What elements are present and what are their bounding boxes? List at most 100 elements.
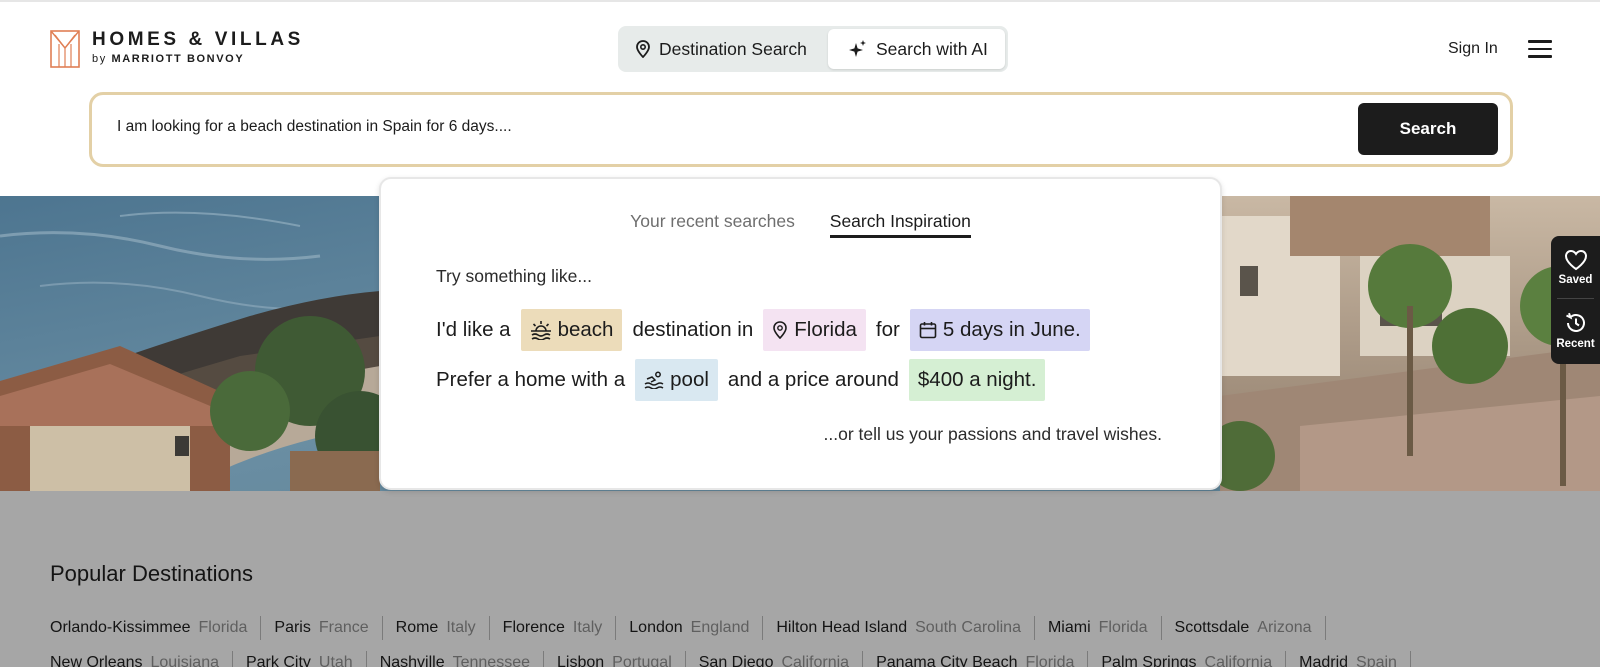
sentence-text: Prefer a home with a — [436, 368, 626, 391]
tab-recent-searches[interactable]: Your recent searches — [630, 211, 795, 235]
destination-link[interactable]: Orlando-Kissimmee Florida — [50, 616, 262, 640]
brand-logo[interactable]: HOMES & VILLAS by MARRIOTT BONVOY — [50, 30, 304, 68]
destination-link[interactable]: San Diego California — [686, 651, 864, 667]
destination-city: Orlando-Kissimmee — [50, 619, 191, 636]
tab-search-inspiration[interactable]: Search Inspiration — [829, 211, 971, 238]
destination-search-tab[interactable]: Destination Search — [621, 29, 828, 69]
brand-sub-name: MARRIOTT BONVOY — [111, 53, 245, 65]
search-with-ai-label: Search with AI — [876, 38, 988, 59]
sunset-icon — [530, 321, 551, 340]
ai-search-bar: Search — [89, 92, 1513, 167]
sentence-text: I'd like a — [436, 318, 511, 341]
destination-city: Rome — [395, 619, 439, 636]
menu-icon[interactable] — [1528, 40, 1552, 60]
inspiration-sentence-1: I'd like a beach destination in Florida … — [436, 309, 1100, 351]
location-pin-icon — [773, 321, 788, 339]
destination-region: Louisiana — [150, 654, 219, 667]
destination-region: Arizona — [1257, 619, 1312, 636]
destination-region: California — [1204, 654, 1273, 667]
price-chip-label: $400 a night. — [917, 368, 1037, 391]
destination-link[interactable]: Hilton Head Island South Carolina — [763, 616, 1035, 640]
destination-region: Italy — [572, 619, 603, 636]
florida-chip[interactable]: Florida — [763, 309, 866, 351]
destination-region: Spain — [1356, 654, 1397, 667]
destination-link[interactable]: Rome Italy — [383, 616, 490, 640]
destination-link[interactable]: New Orleans Louisiana — [50, 651, 233, 667]
destination-link[interactable]: Panama City Beach Florida — [863, 651, 1089, 667]
destination-city: Florence — [502, 619, 565, 636]
destination-region: South Carolina — [915, 619, 1021, 636]
sign-in-link[interactable]: Sign In — [1448, 40, 1498, 58]
destination-region: Utah — [318, 654, 353, 667]
try-something-text: Try something like... — [436, 266, 592, 286]
side-quick-access: Saved Recent — [1551, 236, 1600, 364]
search-with-ai-tab[interactable]: Search with AI — [828, 29, 1005, 69]
sparkle-icon — [849, 40, 866, 57]
destination-city: Miami — [1047, 619, 1091, 636]
sentence-text: for — [875, 318, 900, 341]
florida-chip-label: Florida — [794, 318, 857, 341]
brand-title: HOMES & VILLAS — [92, 29, 304, 50]
destinations-row-2: New Orleans Louisiana Park City Utah Nashv… — [50, 651, 1411, 667]
dropdown-tabs: Your recent searches Search Inspiration — [381, 211, 1220, 238]
destination-region: Florida — [1025, 654, 1075, 667]
popular-destinations-title: Popular Destinations — [50, 561, 254, 586]
destination-region: Italy — [446, 619, 476, 636]
destination-city: Park City — [245, 654, 311, 667]
tell-us-text: ...or tell us your passions and travel w… — [823, 424, 1163, 444]
destinations-row-1: Orlando-Kissimmee Florida Paris France Rom… — [50, 616, 1326, 640]
destination-link[interactable]: Palm Springs California — [1088, 651, 1287, 667]
destination-link[interactable]: Paris France — [261, 616, 383, 640]
dates-chip-label: 5 days in June. — [942, 318, 1081, 341]
sentence-text: and a price around — [727, 368, 899, 391]
beach-chip[interactable]: beach — [520, 309, 623, 351]
saved-label: Saved — [1558, 273, 1593, 286]
destination-city: Nashville — [379, 654, 445, 667]
destination-region: Tennessee — [452, 654, 530, 667]
destination-link[interactable]: Scottsdale Arizona — [1162, 616, 1326, 640]
destination-link[interactable]: Park City Utah — [233, 651, 367, 667]
swimmer-icon — [644, 371, 664, 389]
destination-search-label: Destination Search — [659, 38, 807, 59]
sentence-text: destination in — [632, 318, 754, 341]
site-header: HOMES & VILLAS by MARRIOTT BONVOY Destin… — [0, 2, 1600, 192]
destination-link[interactable]: Florence Italy — [490, 616, 617, 640]
dates-chip[interactable]: 5 days in June. — [909, 309, 1090, 351]
destination-region: Florida — [198, 619, 248, 636]
popular-destinations: Popular Destinations Orlando-Kissimmee Fl… — [0, 491, 1600, 667]
history-icon — [1565, 312, 1585, 332]
recent-label: Recent — [1556, 337, 1595, 350]
logo-mark-icon — [50, 30, 80, 68]
destination-link[interactable]: Nashville Tennessee — [367, 651, 544, 667]
destination-link[interactable]: Lisbon Portugal — [544, 651, 686, 667]
pool-chip[interactable]: pool — [635, 359, 718, 401]
pool-chip-label: pool — [670, 368, 709, 391]
price-chip[interactable]: $400 a night. — [908, 359, 1046, 401]
destination-region: England — [690, 619, 750, 636]
destination-city: Hilton Head Island — [776, 619, 908, 636]
search-input[interactable] — [117, 118, 1267, 136]
destination-city: Paris — [274, 619, 311, 636]
destination-city: San Diego — [698, 654, 774, 667]
calendar-icon — [919, 322, 937, 339]
recent-button[interactable]: Recent — [1551, 299, 1600, 361]
destination-region: France — [318, 619, 369, 636]
destination-city: Scottsdale — [1174, 619, 1250, 636]
saved-button[interactable]: Saved — [1551, 236, 1600, 298]
location-pin-icon — [636, 40, 650, 58]
beach-chip-label: beach — [557, 318, 614, 341]
destination-city: Panama City Beach — [876, 654, 1018, 667]
destination-city: Madrid — [1299, 654, 1349, 667]
heart-icon — [1564, 249, 1587, 270]
destination-region: Portugal — [612, 654, 672, 667]
destination-link[interactable]: Madrid Spain — [1286, 651, 1411, 667]
destination-city: Palm Springs — [1101, 654, 1197, 667]
destination-city: Lisbon — [557, 654, 605, 667]
destination-link[interactable]: London England — [616, 616, 764, 640]
destination-city: New Orleans — [50, 654, 143, 667]
destination-city: London — [629, 619, 683, 636]
destination-region: Florida — [1098, 619, 1148, 636]
search-button[interactable]: Search — [1358, 103, 1498, 155]
destination-region: California — [781, 654, 850, 667]
destination-link[interactable]: Miami Florida — [1035, 616, 1162, 640]
